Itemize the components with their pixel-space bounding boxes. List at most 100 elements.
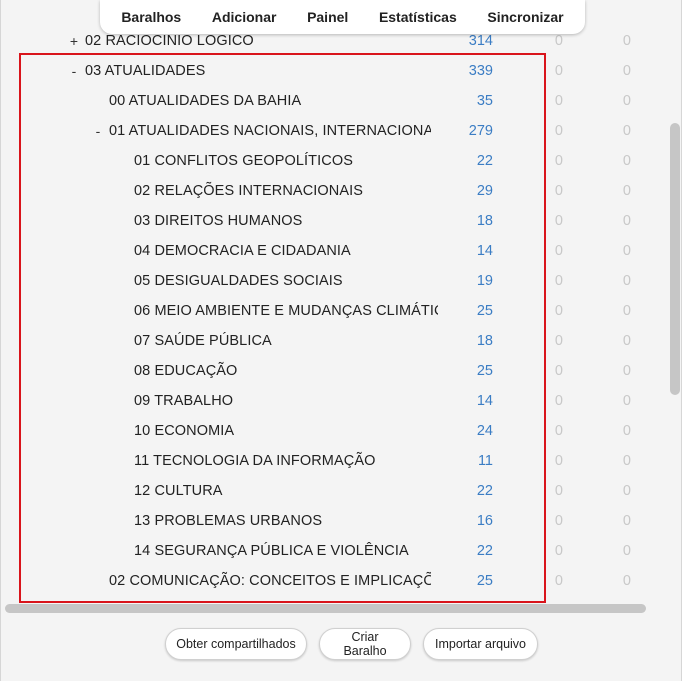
review-count: 0 — [622, 453, 631, 469]
review-count: 0 — [622, 363, 631, 379]
review-count: 0 — [622, 213, 631, 229]
deck-row: 02 RELAÇÕES INTERNACIONAIS 29 0 0 — [21, 176, 671, 206]
review-count: 0 — [622, 273, 631, 289]
review-count: 0 — [622, 303, 631, 319]
deck-row: - 01 ATUALIDADES NACIONAIS, INTERNACIONA… — [21, 116, 671, 146]
deck-row: 11 TECNOLOGIA DA INFORMAÇÃO 11 0 0 — [21, 446, 671, 476]
review-count: 0 — [622, 93, 631, 109]
top-navigation: Baralhos Adicionar Painel Estatísticas S… — [100, 0, 585, 34]
new-count: 14 — [476, 393, 493, 409]
new-count: 339 — [468, 63, 493, 79]
deck-name[interactable]: 02 RELAÇÕES INTERNACIONAIS — [134, 176, 438, 206]
review-count: 0 — [622, 573, 631, 589]
import-file-button[interactable]: Importar arquivo — [423, 628, 538, 660]
new-count: 11 — [477, 453, 493, 469]
deck-name[interactable]: 12 CULTURA — [134, 476, 438, 506]
deck-row: - 03 ATUALIDADES 339 0 0 — [21, 56, 671, 86]
deck-browser-window: Baralhos Adicionar Painel Estatísticas S… — [0, 0, 682, 681]
learn-count: 0 — [554, 63, 563, 79]
review-count: 0 — [622, 333, 631, 349]
learn-count: 0 — [554, 453, 563, 469]
new-count: 14 — [476, 243, 493, 259]
deck-name[interactable]: 07 SAÚDE PÚBLICA — [134, 326, 438, 356]
new-count: 22 — [476, 543, 493, 559]
learn-count: 0 — [554, 573, 563, 589]
learn-count: 0 — [554, 273, 563, 289]
review-count: 0 — [622, 393, 631, 409]
horizontal-scrollbar-thumb[interactable] — [5, 604, 646, 613]
review-count: 0 — [622, 63, 631, 79]
deck-name[interactable]: 08 EDUCAÇÃO — [134, 356, 438, 386]
vertical-scrollbar-thumb[interactable] — [670, 123, 680, 395]
collapse-icon[interactable]: - — [92, 116, 104, 146]
deck-row: 04 DEMOCRACIA E CIDADANIA 14 0 0 — [21, 236, 671, 266]
deck-name[interactable]: 06 MEIO AMBIENTE E MUDANÇAS CLIMÁTICA — [134, 296, 438, 326]
review-count: 0 — [622, 123, 631, 139]
nav-decks[interactable]: Baralhos — [121, 9, 181, 25]
deck-name[interactable]: 10 ECONOMIA — [134, 416, 438, 446]
learn-count: 0 — [554, 183, 563, 199]
learn-count: 0 — [554, 513, 563, 529]
deck-name[interactable]: 03 ATUALIDADES — [85, 56, 431, 86]
deck-row: 08 EDUCAÇÃO 25 0 0 — [21, 356, 671, 386]
review-count: 0 — [622, 513, 631, 529]
deck-name[interactable]: 00 ATUALIDADES DA BAHIA — [109, 86, 431, 116]
learn-count: 0 — [554, 243, 563, 259]
new-count: 29 — [476, 183, 493, 199]
new-count: 25 — [476, 573, 493, 589]
collapse-icon[interactable]: - — [68, 56, 80, 86]
review-count: 0 — [622, 153, 631, 169]
get-shared-button[interactable]: Obter compartilhados — [165, 628, 307, 660]
horizontal-scrollbar[interactable] — [1, 603, 651, 615]
learn-count: 0 — [554, 303, 563, 319]
learn-count: 0 — [554, 93, 563, 109]
review-count: 0 — [622, 483, 631, 499]
new-count: 35 — [476, 93, 493, 109]
deck-name[interactable]: 14 SEGURANÇA PÚBLICA E VIOLÊNCIA — [134, 536, 438, 566]
bottom-toolbar: Obter compartilhados Criar Baralho Impor… — [1, 622, 682, 668]
deck-row: 13 PROBLEMAS URBANOS 16 0 0 — [21, 506, 671, 536]
new-count: 18 — [476, 213, 493, 229]
learn-count: 0 — [554, 363, 563, 379]
deck-row: 12 CULTURA 22 0 0 — [21, 476, 671, 506]
vertical-scrollbar[interactable] — [668, 28, 681, 603]
learn-count: 0 — [554, 393, 563, 409]
deck-row: 06 MEIO AMBIENTE E MUDANÇAS CLIMÁTICA 25… — [21, 296, 671, 326]
deck-row: 00 ATUALIDADES DA BAHIA 35 0 0 — [21, 86, 671, 116]
deck-name[interactable]: 04 DEMOCRACIA E CIDADANIA — [134, 236, 438, 266]
deck-row: 03 DIREITOS HUMANOS 18 0 0 — [21, 206, 671, 236]
new-count: 25 — [476, 363, 493, 379]
review-count: 0 — [622, 33, 631, 49]
learn-count: 0 — [554, 543, 563, 559]
nav-dashboard[interactable]: Painel — [307, 9, 348, 25]
deck-name[interactable]: 01 CONFLITOS GEOPOLÍTICOS — [134, 146, 438, 176]
new-count: 18 — [476, 333, 493, 349]
deck-row: 07 SAÚDE PÚBLICA 18 0 0 — [21, 326, 671, 356]
create-deck-button[interactable]: Criar Baralho — [319, 628, 411, 660]
deck-name[interactable]: 09 TRABALHO — [134, 386, 438, 416]
nav-add[interactable]: Adicionar — [212, 9, 277, 25]
deck-name[interactable]: 01 ATUALIDADES NACIONAIS, INTERNACIONAIS — [109, 116, 431, 146]
nav-sync[interactable]: Sincronizar — [487, 9, 563, 25]
new-count: 22 — [476, 483, 493, 499]
deck-row: 10 ECONOMIA 24 0 0 — [21, 416, 671, 446]
expand-icon[interactable]: + — [68, 26, 80, 56]
new-count: 16 — [476, 513, 493, 529]
deck-name[interactable]: 03 DIREITOS HUMANOS — [134, 206, 438, 236]
deck-name[interactable]: 13 PROBLEMAS URBANOS — [134, 506, 438, 536]
deck-list: + 02 RACIOCÍNIO LÓGICO 314 0 0 - 03 ATUA… — [21, 26, 671, 602]
deck-row: 14 SEGURANÇA PÚBLICA E VIOLÊNCIA 22 0 0 — [21, 536, 671, 566]
deck-name[interactable]: 02 COMUNICAÇÃO: CONCEITOS E IMPLICAÇÕES — [109, 566, 431, 596]
learn-count: 0 — [554, 423, 563, 439]
new-count: 25 — [476, 303, 493, 319]
deck-row: 02 COMUNICAÇÃO: CONCEITOS E IMPLICAÇÕES … — [21, 566, 671, 596]
learn-count: 0 — [554, 153, 563, 169]
learn-count: 0 — [554, 123, 563, 139]
deck-name[interactable]: 11 TECNOLOGIA DA INFORMAÇÃO — [134, 446, 438, 476]
nav-stats[interactable]: Estatísticas — [379, 9, 457, 25]
new-count: 279 — [468, 123, 493, 139]
deck-name[interactable]: 05 DESIGUALDADES SOCIAIS — [134, 266, 438, 296]
deck-row: 01 CONFLITOS GEOPOLÍTICOS 22 0 0 — [21, 146, 671, 176]
review-count: 0 — [622, 423, 631, 439]
deck-row: 09 TRABALHO 14 0 0 — [21, 386, 671, 416]
